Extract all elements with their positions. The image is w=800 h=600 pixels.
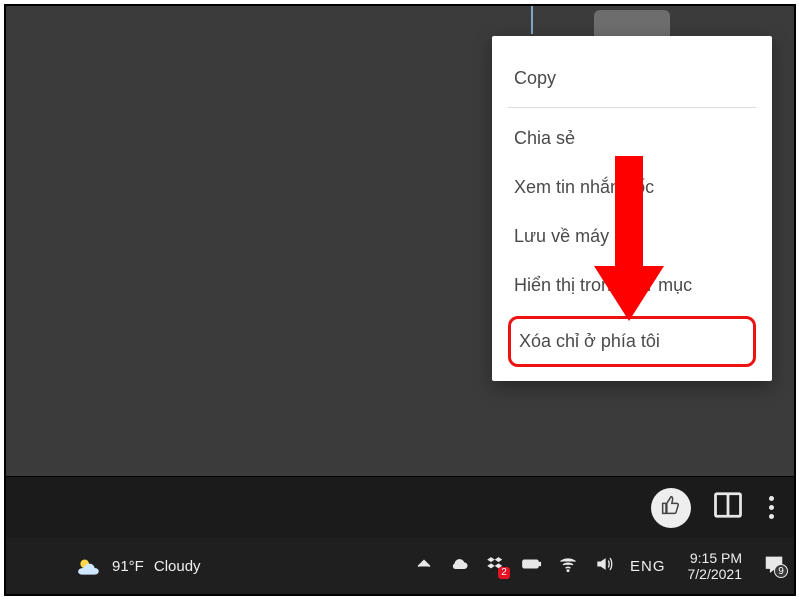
speaker-icon <box>594 554 614 578</box>
more-button[interactable] <box>765 492 778 523</box>
menu-item-copy[interactable]: Copy <box>508 54 756 103</box>
battery-icon <box>522 554 542 578</box>
notification-count: 9 <box>774 564 788 578</box>
clock-date: 7/2/2021 <box>688 566 743 582</box>
onedrive-tray[interactable] <box>450 556 470 576</box>
menu-item-save[interactable]: Lưu về máy <box>508 212 756 261</box>
selected-thumb[interactable] <box>594 10 670 38</box>
panel-icon <box>713 490 743 525</box>
dropbox-tray[interactable]: 2 <box>486 556 506 576</box>
top-divider <box>531 6 533 34</box>
weather-widget[interactable]: 91°F Cloudy <box>6 553 201 579</box>
wifi-icon <box>558 554 578 578</box>
menu-item-view-original[interactable]: Xem tin nhắn gốc <box>508 163 756 212</box>
windows-taskbar: 91°F Cloudy 2 <box>6 538 794 594</box>
app-frame: Copy Chia sẻ Xem tin nhắn gốc Lưu về máy… <box>4 4 796 596</box>
tray-overflow-button[interactable] <box>414 556 434 576</box>
dropbox-badge: 2 <box>498 567 510 579</box>
like-button[interactable] <box>651 488 691 528</box>
cloud-icon <box>450 554 470 578</box>
chevron-up-icon <box>414 554 434 578</box>
system-tray: 2 ENG 9:15 PM 7/2/2021 <box>414 550 794 582</box>
more-dots-icon <box>769 496 774 501</box>
weather-temp: 91°F <box>112 558 144 575</box>
wifi-tray[interactable] <box>558 556 578 576</box>
bottom-action-bar <box>6 476 794 538</box>
menu-item-share[interactable]: Chia sẻ <box>508 114 756 163</box>
sound-tray[interactable] <box>594 556 614 576</box>
language-indicator[interactable]: ENG <box>630 558 666 575</box>
weather-icon <box>76 553 102 579</box>
menu-item-delete-for-me[interactable]: Xóa chỉ ở phía tôi <box>508 316 756 367</box>
context-menu: Copy Chia sẻ Xem tin nhắn gốc Lưu về máy… <box>492 36 772 381</box>
thumbs-up-icon <box>661 495 681 520</box>
taskbar-clock[interactable]: 9:15 PM 7/2/2021 <box>682 550 749 582</box>
battery-tray[interactable] <box>522 556 542 576</box>
title-bar <box>6 6 794 36</box>
weather-condition: Cloudy <box>154 558 201 575</box>
action-center-button[interactable]: 9 <box>764 556 784 576</box>
menu-item-show-in-folder[interactable]: Hiển thị trong thư mục <box>508 261 756 310</box>
menu-separator <box>508 107 756 108</box>
clock-time: 9:15 PM <box>688 550 743 566</box>
panel-layout-button[interactable] <box>711 491 745 525</box>
